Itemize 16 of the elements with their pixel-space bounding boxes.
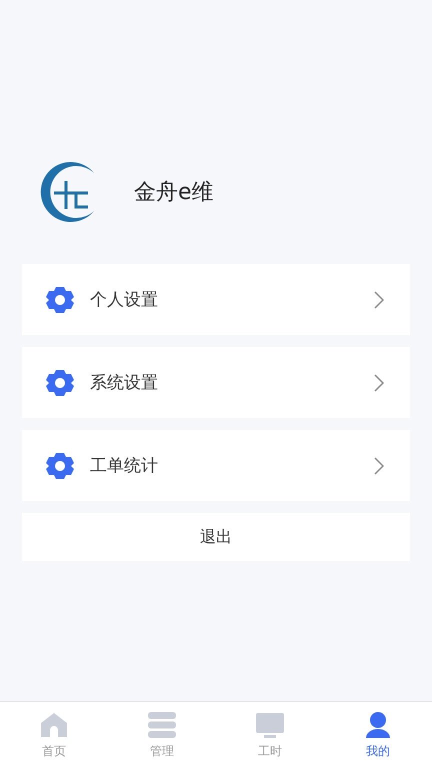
menu-item[interactable]: 个人设置 <box>22 264 410 335</box>
menu-item[interactable]: 工单统计 <box>22 430 410 501</box>
settings-icon <box>46 368 74 396</box>
menu-item[interactable]: 系统设置 <box>22 347 410 418</box>
screen-icon <box>255 710 285 738</box>
chevron-right-icon <box>374 374 384 392</box>
home-icon <box>39 710 69 738</box>
list-icon <box>147 710 177 738</box>
chevron-right-icon <box>374 290 384 308</box>
chevron-right-icon <box>374 456 384 474</box>
user-icon <box>363 710 393 738</box>
tab[interactable]: 我的 <box>324 702 432 768</box>
settings-icon <box>46 452 74 480</box>
app-name: 金舟e维 <box>134 179 214 207</box>
logout-button[interactable]: 退出 <box>22 513 410 561</box>
settings-icon <box>46 286 74 314</box>
